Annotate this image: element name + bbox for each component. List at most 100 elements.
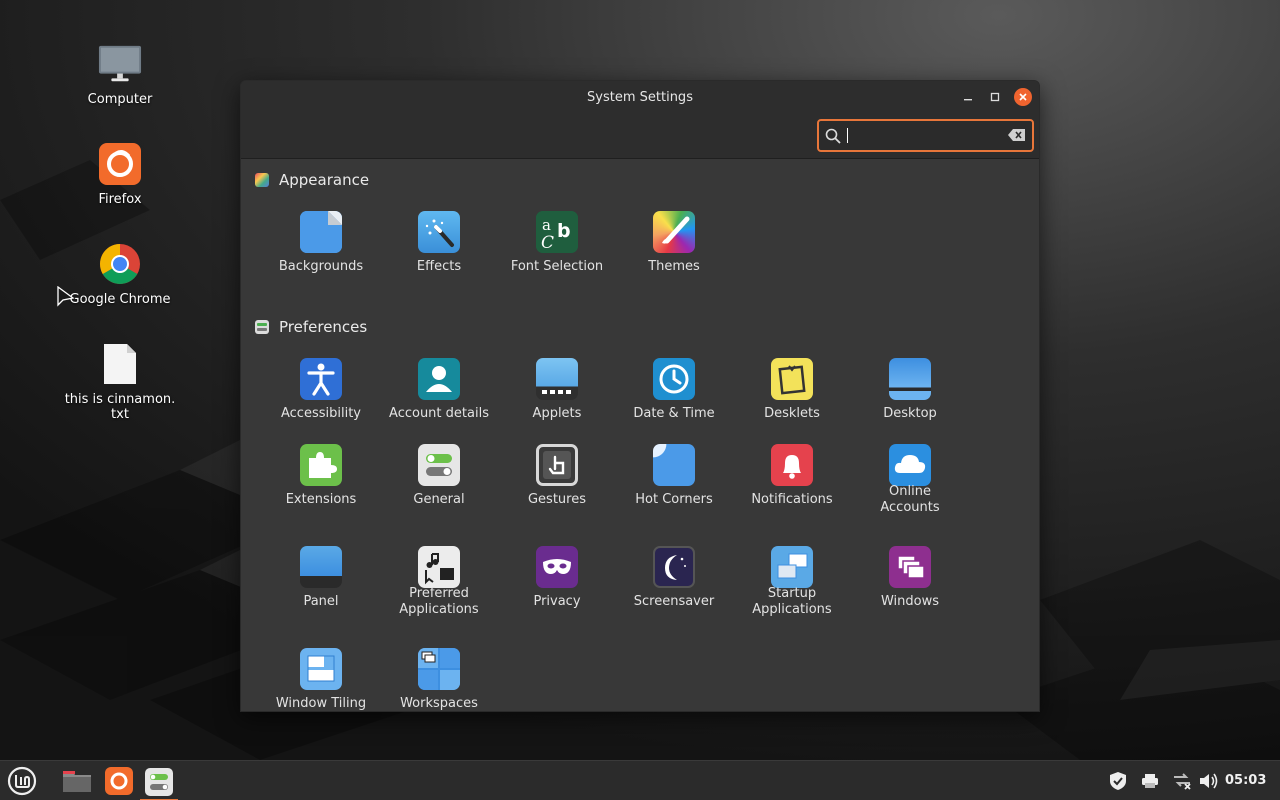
search-field[interactable] xyxy=(817,119,1034,152)
setting-extensions[interactable]: Extensions xyxy=(262,444,380,508)
desktop-icon-label: Google Chrome xyxy=(69,292,171,307)
desklets-sticky-note-icon xyxy=(771,358,813,400)
setting-backgrounds[interactable]: Backgrounds xyxy=(262,211,380,275)
text-file-icon xyxy=(98,342,142,386)
accessibility-icon xyxy=(300,358,342,400)
setting-label: Windows xyxy=(880,594,940,609)
maximize-button[interactable] xyxy=(986,88,1004,106)
search-icon xyxy=(825,128,841,144)
online-accounts-cloud-icon xyxy=(889,444,931,486)
maximize-icon xyxy=(990,92,1000,102)
computer-icon xyxy=(98,42,142,86)
account-details-user-icon xyxy=(418,358,460,400)
setting-themes[interactable]: Themes xyxy=(615,211,733,275)
system-settings-window: System Settings Appearance Backgrounds E… xyxy=(240,80,1040,712)
printer-icon[interactable] xyxy=(1140,771,1160,791)
setting-gestures[interactable]: Gestures xyxy=(498,444,616,508)
settings-content[interactable]: Appearance Backgrounds Effects abC Font … xyxy=(241,159,1039,711)
windows-icon xyxy=(889,546,931,588)
preferred-applications-icon xyxy=(418,546,460,588)
setting-window-tiling[interactable]: Window Tiling xyxy=(262,648,380,711)
setting-label: Privacy xyxy=(533,594,581,609)
desktop-icon-chrome[interactable]: Google Chrome xyxy=(60,242,180,307)
taskbar-panel: 05:03 xyxy=(0,760,1280,800)
setting-account-details[interactable]: Account details xyxy=(380,358,498,422)
desktop-icon-label: Computer xyxy=(87,92,153,107)
setting-effects[interactable]: Effects xyxy=(380,211,498,275)
firefox-icon xyxy=(105,767,133,795)
setting-general[interactable]: General xyxy=(380,444,498,508)
volume-icon[interactable] xyxy=(1198,771,1218,791)
window-tiling-icon xyxy=(300,648,342,690)
setting-label: Account details xyxy=(389,406,489,421)
setting-date-time[interactable]: Date & Time xyxy=(615,358,733,422)
section-title: Appearance xyxy=(279,171,370,189)
setting-accessibility[interactable]: Accessibility xyxy=(262,358,380,422)
mouse-cursor-icon xyxy=(57,286,75,307)
menu-button[interactable] xyxy=(4,765,40,797)
setting-label: Extensions xyxy=(285,492,357,507)
screensaver-moon-icon xyxy=(653,546,695,588)
folder-icon xyxy=(63,771,91,792)
setting-screensaver[interactable]: Screensaver xyxy=(615,546,733,610)
setting-label: Panel xyxy=(303,594,339,609)
setting-privacy[interactable]: Privacy xyxy=(498,546,616,610)
panel-clock[interactable]: 05:03 xyxy=(1225,773,1266,788)
svg-text:b: b xyxy=(557,220,571,242)
setting-hot-corners[interactable]: Hot Corners xyxy=(615,444,733,508)
setting-desklets[interactable]: Desklets xyxy=(733,358,851,422)
hot-corners-icon xyxy=(653,444,695,486)
extensions-puzzle-icon xyxy=(300,444,342,486)
setting-workspaces[interactable]: Workspaces xyxy=(380,648,498,711)
clear-search-button[interactable] xyxy=(1008,126,1026,145)
firefox-icon xyxy=(98,142,142,186)
setting-preferred-applications[interactable]: Preferred Applications xyxy=(380,546,498,618)
close-button[interactable] xyxy=(1014,88,1032,106)
setting-applets[interactable]: Applets xyxy=(498,358,616,422)
setting-label: Desktop xyxy=(883,406,937,421)
setting-label: Workspaces xyxy=(400,696,478,711)
shield-update-icon[interactable] xyxy=(1108,771,1128,791)
setting-label: General xyxy=(413,492,465,507)
workspaces-icon xyxy=(418,648,460,690)
setting-label: Hot Corners xyxy=(635,492,713,507)
setting-label: Window Tiling xyxy=(275,696,367,711)
settings-toggles-icon xyxy=(145,768,173,796)
section-appearance-header: Appearance xyxy=(255,171,369,189)
setting-desktop[interactable]: Desktop xyxy=(851,358,969,422)
clock-icon xyxy=(653,358,695,400)
setting-label: Backgrounds xyxy=(278,259,364,274)
setting-online-accounts[interactable]: Online Accounts xyxy=(851,444,969,516)
taskbar-files-button[interactable] xyxy=(58,765,96,797)
section-preferences-header: Preferences xyxy=(255,318,367,336)
setting-windows[interactable]: Windows xyxy=(851,546,969,610)
desktop-icon-firefox[interactable]: Firefox xyxy=(60,142,180,207)
setting-label: Date & Time xyxy=(633,406,715,421)
effects-magic-wand-icon xyxy=(418,211,460,253)
taskbar-system-settings-button[interactable] xyxy=(140,765,178,800)
general-toggles-icon xyxy=(418,444,460,486)
setting-label: Online Accounts xyxy=(880,484,940,515)
desktop-icon-label: Firefox xyxy=(98,192,142,207)
svg-text:C: C xyxy=(541,233,554,253)
desktop-icon-text-file[interactable]: this is cinnamon. txt xyxy=(60,342,180,422)
setting-panel[interactable]: Panel xyxy=(262,546,380,610)
network-disconnected-icon[interactable] xyxy=(1172,771,1192,791)
minimize-icon xyxy=(964,99,972,101)
taskbar-firefox-button[interactable] xyxy=(100,765,138,797)
window-titlebar[interactable]: System Settings xyxy=(241,81,1039,159)
applets-icon xyxy=(536,358,578,400)
window-title: System Settings xyxy=(587,90,693,105)
privacy-mask-icon xyxy=(536,546,578,588)
appearance-section-icon xyxy=(255,173,269,187)
desktop-icon-computer[interactable]: Computer xyxy=(60,42,180,107)
text-caret xyxy=(847,128,848,143)
setting-notifications[interactable]: Notifications xyxy=(733,444,851,508)
setting-label: Preferred Applications xyxy=(399,586,479,617)
setting-startup-applications[interactable]: Startup Applications xyxy=(733,546,851,618)
minimize-button[interactable] xyxy=(959,88,977,106)
setting-font-selection[interactable]: abC Font Selection xyxy=(498,211,616,275)
themes-brush-icon xyxy=(653,211,695,253)
notifications-bell-icon xyxy=(771,444,813,486)
backspace-clear-icon xyxy=(1008,129,1025,141)
